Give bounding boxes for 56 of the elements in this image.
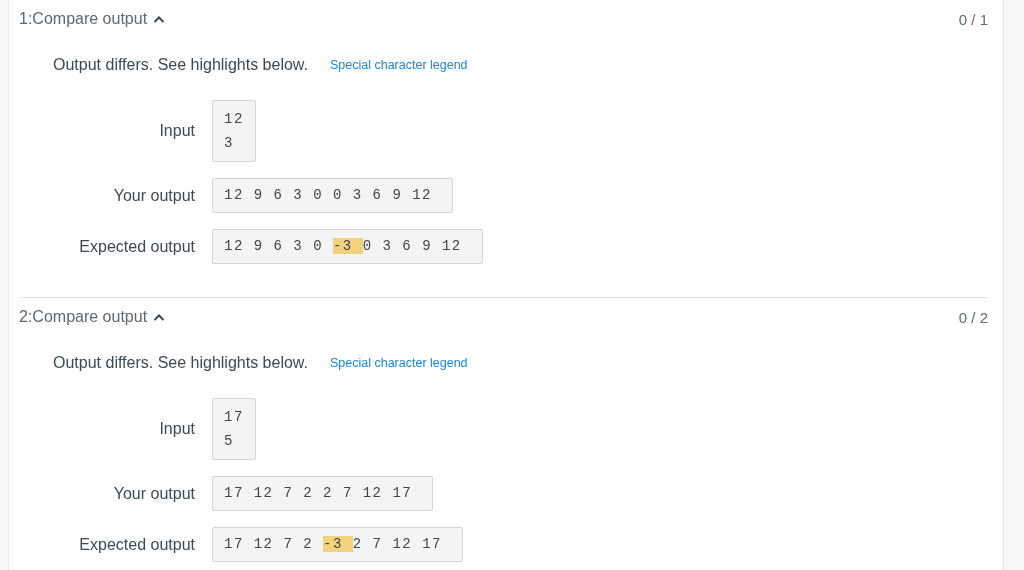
output-token: 12 — [392, 536, 414, 552]
output-token: 7 — [372, 536, 384, 552]
output-token: 17 — [422, 536, 442, 552]
output-token: 12 — [253, 536, 275, 552]
test-header-toggle[interactable]: 1:Compare output — [19, 10, 166, 28]
output-token: 2 — [352, 536, 364, 552]
test-header-toggle[interactable]: 2:Compare output — [19, 308, 166, 326]
output-token: 6 — [273, 187, 285, 203]
chevron-up-icon — [153, 15, 166, 23]
output-token: 0 — [332, 187, 344, 203]
output-token: 3 — [352, 187, 364, 203]
row-label: Your output — [113, 484, 195, 503]
output-token: 17 — [392, 485, 413, 501]
output-token: 0 — [313, 238, 325, 254]
output-token: 7 — [342, 485, 354, 501]
output-token: 9 — [253, 238, 265, 254]
row-label: Input — [159, 122, 195, 140]
output-token: 7 — [283, 485, 295, 501]
output-token: 17 — [224, 485, 245, 501]
row-label: Expected output — [79, 535, 195, 554]
output-token: 6 — [372, 187, 384, 203]
legend-link[interactable]: Special character legend — [330, 356, 468, 370]
output-token: -3 — [323, 536, 353, 552]
output-token: 6 — [273, 238, 285, 254]
output-token: 12 — [253, 485, 275, 501]
output-token: 17 — [224, 536, 245, 552]
output-token: 12 — [412, 187, 433, 203]
test-score: 0 / 1 — [958, 10, 988, 28]
output-token: 12 — [441, 238, 462, 254]
output-token: 12 — [224, 238, 245, 254]
result-message: Output differs. See highlights below. — [53, 354, 308, 372]
output-token: 2 — [303, 536, 315, 552]
output-token: 2 — [323, 485, 334, 501]
output-token: 9 — [253, 187, 265, 203]
output-token: 3 — [293, 238, 305, 254]
output-token: 0 — [313, 187, 325, 203]
output-token: 0 — [362, 238, 374, 254]
input-box: 17 5 — [212, 398, 256, 460]
row-label: Your output — [113, 186, 195, 205]
output-token: 2 — [303, 485, 315, 501]
output-token: 9 — [392, 187, 404, 203]
output-token: 12 — [362, 485, 384, 501]
output-token: 12 — [224, 187, 245, 203]
result-message: Output differs. See highlights below. — [53, 56, 308, 74]
row-label: Expected output — [79, 237, 195, 256]
output-token: -3 — [332, 238, 363, 254]
chevron-up-icon — [153, 313, 166, 321]
row-label: Input — [159, 420, 195, 438]
input-box: 12 3 — [212, 100, 256, 162]
output-token: 6 — [402, 238, 414, 254]
test-score: 0 / 2 — [958, 308, 988, 326]
output-token: 3 — [382, 238, 394, 254]
legend-link[interactable]: Special character legend — [330, 58, 468, 72]
output-token: 9 — [422, 238, 434, 254]
output-token: 3 — [293, 187, 305, 203]
output-token: 7 — [283, 536, 295, 552]
